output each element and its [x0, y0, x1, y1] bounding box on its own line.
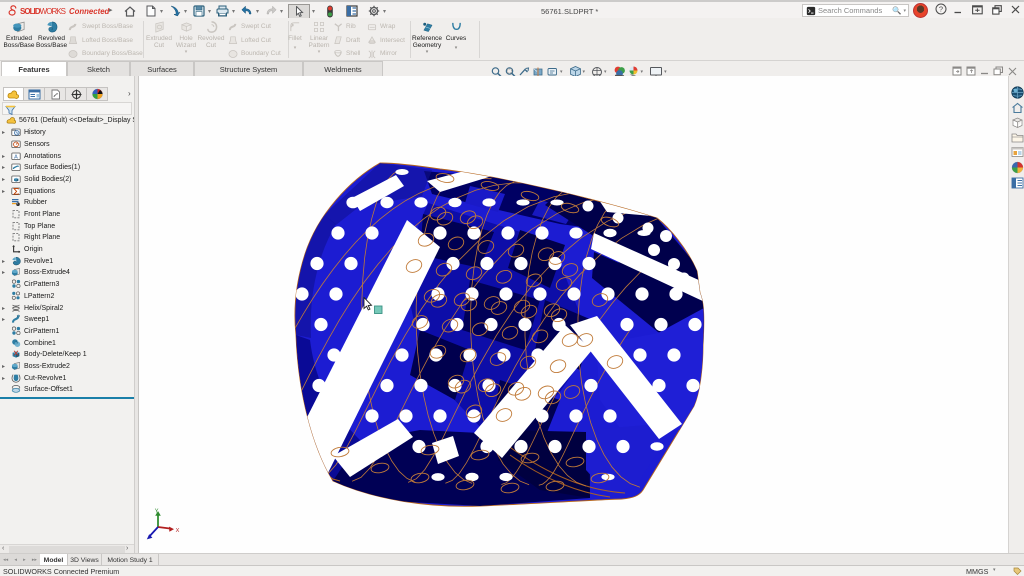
svg-text:?: ?: [939, 5, 943, 14]
svg-text:SOLIDWORKS: SOLIDWORKS: [20, 7, 66, 16]
svg-text:A: A: [14, 155, 18, 161]
svg-text:Y: Y: [155, 509, 159, 515]
svg-text:X: X: [176, 528, 180, 534]
svg-text:Connected: Connected: [69, 7, 110, 16]
